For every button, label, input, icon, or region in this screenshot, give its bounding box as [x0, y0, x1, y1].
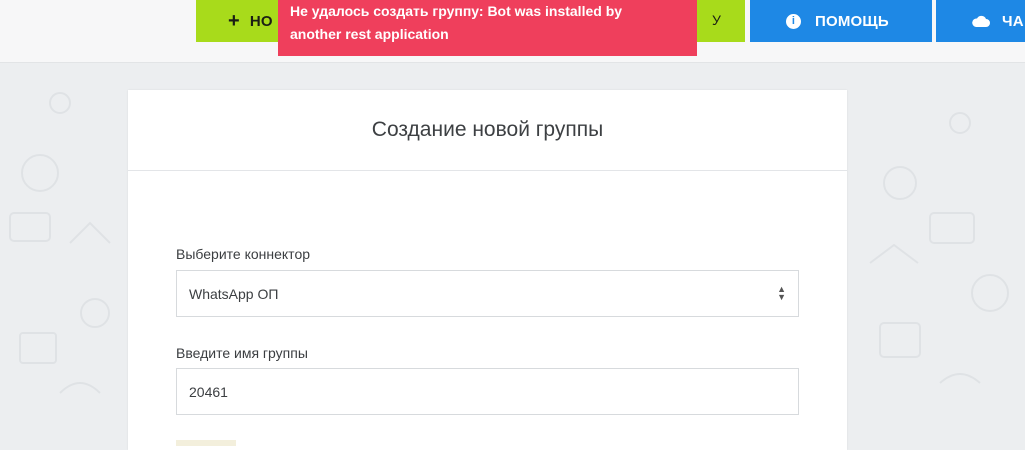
cloud-icon [972, 15, 990, 27]
plus-icon: + [228, 9, 240, 32]
new-group-button-label-tail: У [712, 12, 722, 28]
card-header: Создание новой группы [128, 90, 847, 171]
create-group-card: Создание новой группы Выберите коннектор… [128, 90, 847, 450]
new-group-button-label: НО [249, 12, 273, 30]
connector-select[interactable]: WhatsApp ОП ▲ ▼ [176, 270, 799, 317]
info-icon: i [786, 13, 801, 29]
chat-button[interactable]: ЧА [936, 0, 1025, 42]
chat-button-label: ЧА [1002, 12, 1024, 30]
group-name-input-value: 20461 [189, 383, 228, 400]
error-toast-line-2: another rest application [290, 26, 449, 42]
connector-select-value: WhatsApp ОП [189, 285, 279, 302]
help-button[interactable]: i ПОМОЩЬ [750, 0, 932, 42]
group-name-input[interactable]: 20461 [176, 368, 799, 415]
group-name-label: Введите имя группы [176, 345, 308, 361]
error-toast: Не удалось создать группу: Bot was insta… [278, 0, 697, 56]
select-arrows-icon: ▲ ▼ [777, 284, 786, 302]
next-field-hint [176, 440, 236, 446]
help-button-label: ПОМОЩЬ [815, 12, 889, 30]
connector-label: Выберите коннектор [176, 246, 311, 262]
page-title: Создание новой группы [371, 118, 604, 141]
error-toast-line-1: Не удалось создать группу: Bot was insta… [290, 3, 623, 19]
